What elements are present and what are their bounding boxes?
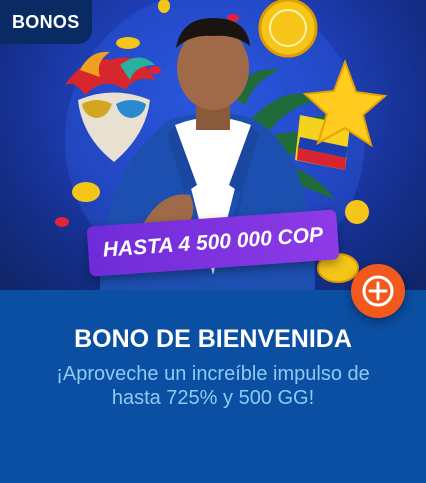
coin-icon [345, 200, 369, 224]
badge-label: BONOS [12, 11, 80, 32]
plus-circle-icon [362, 275, 394, 307]
coin-icon [116, 37, 140, 49]
category-badge: BONOS [0, 0, 92, 44]
promo-amount-label: HASTA 4 500 000 COP [102, 223, 324, 262]
bonus-card[interactable]: BONOS HASTA 4 500 000 COP BONO DE BIENVE… [0, 0, 426, 483]
card-title: BONO DE BIENVENIDA [74, 325, 352, 353]
coin-icon [258, 0, 318, 58]
expand-button[interactable] [351, 264, 405, 318]
card-subtitle: ¡Aproveche un increíble impulso de hasta… [56, 363, 370, 409]
promo-banner: BONOS HASTA 4 500 000 COP [0, 0, 426, 290]
coin-icon [72, 182, 100, 202]
